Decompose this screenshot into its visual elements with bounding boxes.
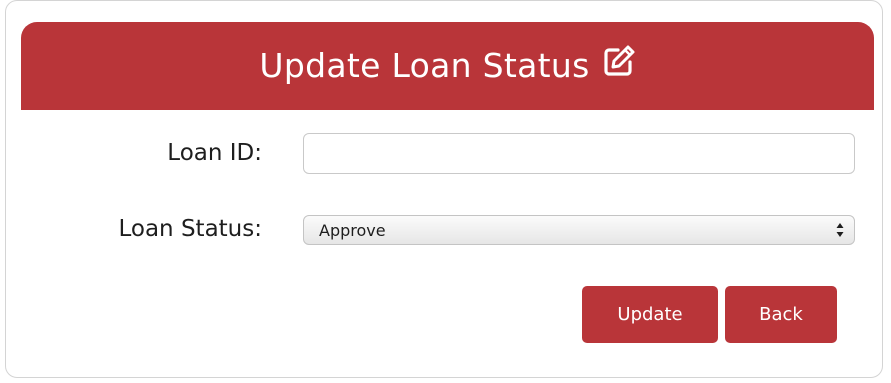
page-title: Update Loan Status xyxy=(259,45,590,85)
select-arrows-icon xyxy=(836,221,844,239)
back-button[interactable]: Back xyxy=(725,286,837,343)
loan-status-label: Loan Status: xyxy=(118,216,262,242)
loan-id-label: Loan ID: xyxy=(167,140,262,166)
update-button[interactable]: Update xyxy=(582,286,718,343)
loan-status-selected-value: Approve xyxy=(319,220,386,240)
loan-id-input[interactable] xyxy=(303,133,855,174)
form-header: Update Loan Status xyxy=(21,22,874,110)
loan-status-select[interactable]: Approve xyxy=(303,215,855,245)
edit-icon xyxy=(602,44,636,78)
